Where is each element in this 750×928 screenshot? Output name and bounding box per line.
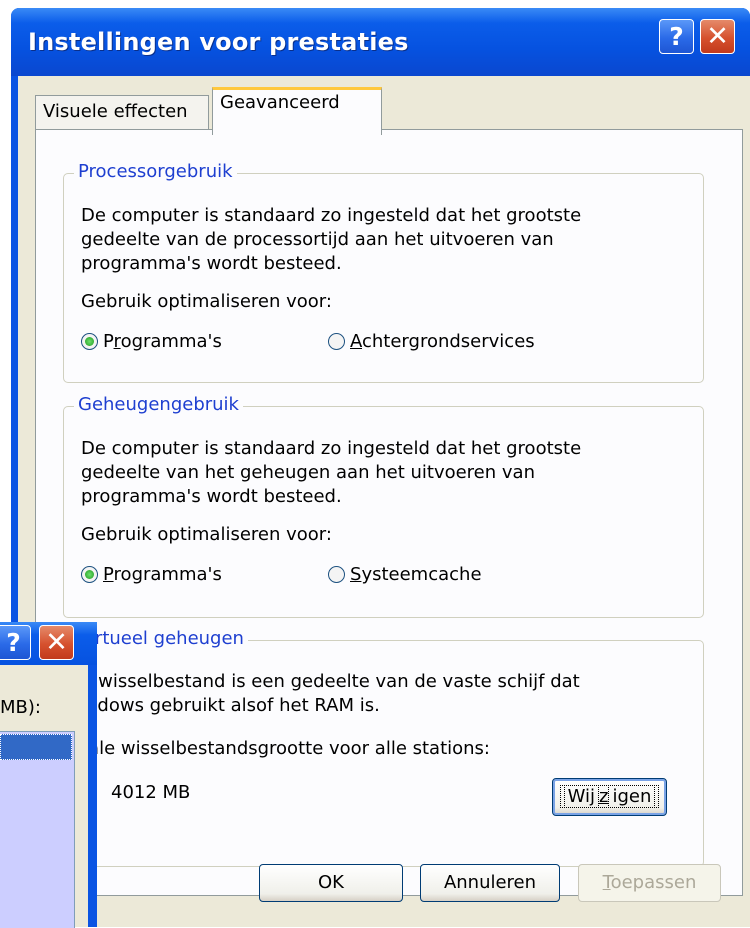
radio-unselected-icon <box>328 333 345 350</box>
radio-selected-icon <box>81 566 98 583</box>
help-button[interactable]: ? <box>659 19 694 54</box>
virtual-description-line-1: n wisselbestand is een gedeelte van de v… <box>81 671 580 692</box>
tab-advanced[interactable]: Geavanceerd <box>212 87 382 135</box>
drive-list-selected-row[interactable] <box>0 734 72 760</box>
processor-description-line-1: De computer is standaard zo ingesteld da… <box>81 205 582 226</box>
tab-panel-advanced: Processorgebruik De computer is standaar… <box>35 129 743 896</box>
help-icon: ? <box>6 628 21 657</box>
processor-usage-group: Processorgebruik De computer is standaar… <box>63 162 704 383</box>
radio-unselected-icon <box>328 566 345 583</box>
background-size-label: MB): <box>0 697 41 718</box>
background-title-bar[interactable]: ? ✕ <box>0 622 97 665</box>
dialog-client-area: Visuele effecten Geavanceerd Processorge… <box>18 76 750 927</box>
memory-optimize-label: Gebruik optimaliseren voor: <box>81 524 332 545</box>
paging-total-value: 4012 MB <box>111 782 191 803</box>
background-close-button[interactable]: ✕ <box>39 625 74 660</box>
change-button[interactable]: Wij z igen <box>552 778 667 816</box>
memory-usage-group: Geheugengebruik De computer is standaard… <box>63 395 704 618</box>
processor-usage-legend: Processorgebruik <box>74 162 237 182</box>
radio-selected-icon <box>81 333 98 350</box>
virtual-memory-group: Virtueel geheugen n wisselbestand is een… <box>63 629 704 867</box>
virtual-memory-dialog: ? ✕ MB): <box>0 622 97 928</box>
performance-options-window: Instellingen voor prestaties ? ✕ Visuele… <box>11 8 750 927</box>
apply-button[interactable]: Toepassen <box>578 864 721 902</box>
memory-system-cache-radio[interactable]: Systeemcache <box>328 564 482 586</box>
virtual-description-line-2: indows gebruikt alsof het RAM is. <box>81 695 380 716</box>
processor-background-services-radio[interactable]: Achtergrondservices <box>328 331 535 353</box>
processor-description-line-3: programma's wordt besteed. <box>81 253 342 274</box>
virtual-memory-legend: Virtueel geheugen <box>74 629 248 649</box>
memory-description-line-1: De computer is standaard zo ingesteld da… <box>81 438 582 459</box>
close-icon: ✕ <box>45 627 68 658</box>
title-bar[interactable]: Instellingen voor prestaties ? ✕ <box>11 8 750 76</box>
memory-usage-legend: Geheugengebruik <box>74 395 243 415</box>
processor-optimize-label: Gebruik optimaliseren voor: <box>81 291 332 312</box>
cancel-button[interactable]: Annuleren <box>420 864 560 902</box>
drive-list[interactable] <box>0 731 75 928</box>
tab-label: Visuele effecten <box>43 101 188 122</box>
help-icon: ? <box>669 22 684 51</box>
memory-description-line-3: programma's wordt besteed. <box>81 486 342 507</box>
tab-visual-effects[interactable]: Visuele effecten <box>35 95 209 129</box>
close-button[interactable]: ✕ <box>700 19 735 54</box>
close-icon: ✕ <box>706 21 729 52</box>
background-help-button[interactable]: ? <box>0 625 31 660</box>
processor-description-line-2: gedeelte van de processortijd aan het ui… <box>81 229 554 250</box>
ok-button[interactable]: OK <box>259 864 403 902</box>
paging-total-label: tale wisselbestandsgrootte voor alle sta… <box>81 738 490 759</box>
window-title: Instellingen voor prestaties <box>28 28 409 56</box>
memory-description-line-2: gedeelte van het geheugen aan het uitvoe… <box>81 462 535 483</box>
memory-programs-radio[interactable]: Programma's <box>81 564 222 586</box>
tab-label: Geavanceerd <box>220 92 340 113</box>
processor-programs-radio[interactable]: Programma's <box>81 331 222 353</box>
background-client-area: MB): <box>0 665 88 928</box>
